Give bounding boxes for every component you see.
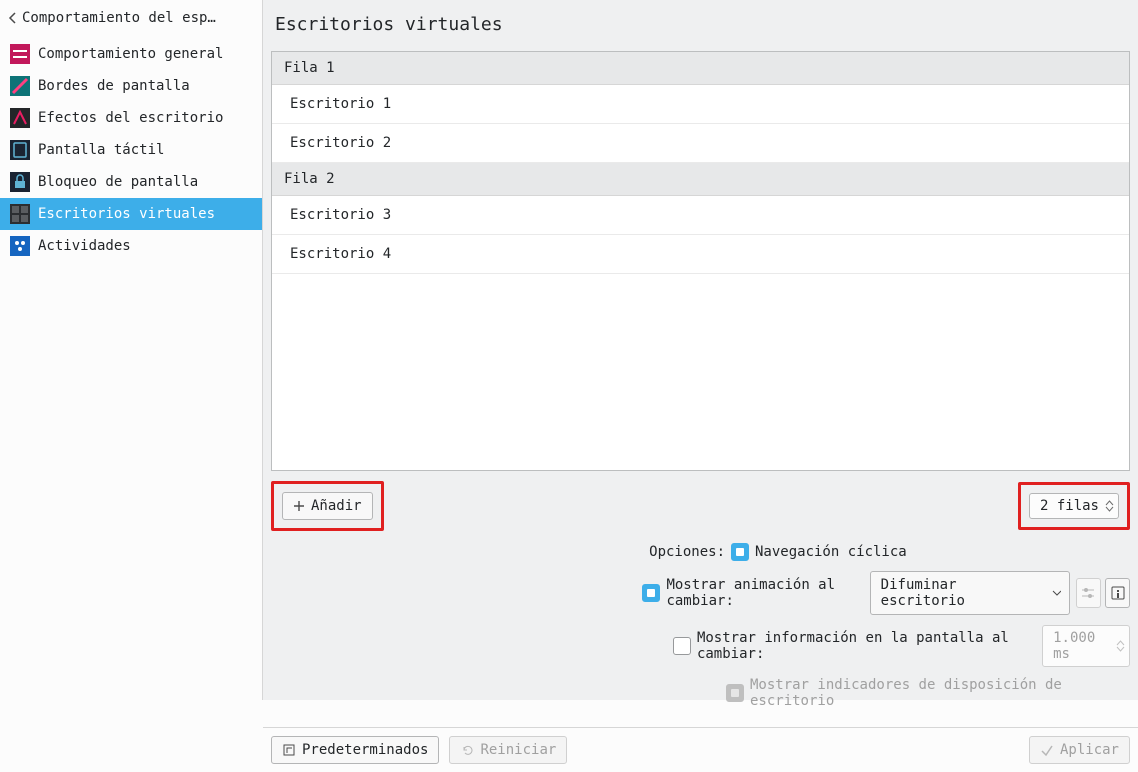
- spin-arrows-icon: [1105, 500, 1114, 512]
- defaults-button-label: Predeterminados: [302, 742, 428, 758]
- sidebar-item-label: Comportamiento general: [38, 46, 223, 62]
- main-panel: Escritorios virtuales Fila 1 Escritorio …: [263, 0, 1138, 700]
- add-button[interactable]: Añadir: [282, 492, 373, 520]
- sidebar-item-edges[interactable]: Bordes de pantalla: [0, 70, 262, 102]
- sidebar-item-label: Actividades: [38, 238, 131, 254]
- options-label: Opciones:: [649, 544, 725, 560]
- add-button-label: Añadir: [311, 498, 362, 514]
- sidebar-item-label: Escritorios virtuales: [38, 206, 215, 222]
- configure-animation-button: [1076, 578, 1101, 608]
- rows-spinbox-value: 2 filas: [1040, 498, 1099, 514]
- highlight-rows: 2 filas: [1018, 482, 1130, 530]
- defaults-button[interactable]: Predeterminados: [271, 736, 439, 764]
- chevron-left-icon: [8, 12, 18, 24]
- sidebar-item-label: Efectos del escritorio: [38, 110, 223, 126]
- plus-icon: [293, 500, 305, 512]
- virtual-desktops-icon: [10, 204, 30, 224]
- sidebar-item-lock[interactable]: Bloqueo de pantalla: [0, 166, 262, 198]
- lock-icon: [10, 172, 30, 192]
- apply-button: Aplicar: [1029, 736, 1130, 764]
- about-animation-button[interactable]: [1105, 578, 1130, 608]
- sidebar-item-virtual-desktops[interactable]: Escritorios virtuales: [0, 198, 262, 230]
- desktop-item[interactable]: Escritorio 4: [272, 235, 1129, 274]
- opt-layout-label: Mostrar indicadores de disposición de es…: [750, 677, 1130, 709]
- undo-icon: [460, 743, 474, 757]
- sidebar-title: Comportamiento del esp…: [22, 10, 216, 26]
- checkbox-wrap[interactable]: [731, 543, 749, 561]
- row-header: Fila 1: [272, 52, 1129, 85]
- highlight-add: Añadir: [271, 481, 384, 531]
- checkbox-osd[interactable]: [673, 637, 691, 655]
- desktop-item[interactable]: Escritorio 3: [272, 196, 1129, 235]
- opt-osd-label: Mostrar información en la pantalla al ca…: [697, 630, 1035, 662]
- animation-combo[interactable]: Difuminar escritorio: [870, 571, 1070, 615]
- checkbox-animation[interactable]: [642, 584, 660, 602]
- activities-icon: [10, 236, 30, 256]
- check-icon: [1040, 743, 1054, 757]
- spin-arrows-icon: [1116, 640, 1125, 652]
- sidebar-item-label: Bordes de pantalla: [38, 78, 190, 94]
- effects-icon: [10, 108, 30, 128]
- desktop-item[interactable]: Escritorio 1: [272, 85, 1129, 124]
- page-title: Escritorios virtuales: [263, 0, 1138, 51]
- sidebar-item-effects[interactable]: Efectos del escritorio: [0, 102, 262, 134]
- checkbox-layout-indicators: [726, 684, 744, 702]
- sidebar-item-touch[interactable]: Pantalla táctil: [0, 134, 262, 166]
- info-icon: [1110, 585, 1126, 601]
- desktop-item[interactable]: Escritorio 2: [272, 124, 1129, 163]
- osd-duration-spinbox: 1.000 ms: [1042, 625, 1130, 667]
- sliders-icon: [1080, 585, 1096, 601]
- sidebar-item-label: Bloqueo de pantalla: [38, 174, 198, 190]
- sidebar-item-general[interactable]: Comportamiento general: [0, 38, 262, 70]
- edges-icon: [10, 76, 30, 96]
- sidebar: Comportamiento del esp… Comportamiento g…: [0, 0, 263, 700]
- apply-button-label: Aplicar: [1060, 742, 1119, 758]
- footer-buttons: Predeterminados Reiniciar Aplicar: [263, 727, 1138, 772]
- sidebar-back-header[interactable]: Comportamiento del esp…: [0, 0, 262, 38]
- options-area: Opciones: Navegación cíclica Mostrar ani…: [263, 539, 1138, 727]
- sidebar-item-activities[interactable]: Actividades: [0, 230, 262, 262]
- animation-combo-value: Difuminar escritorio: [881, 577, 1032, 609]
- reset-button-label: Reiniciar: [480, 742, 556, 758]
- opt-anim-label: Mostrar animación al cambiar:: [666, 577, 863, 609]
- desktop-list: Fila 1 Escritorio 1 Escritorio 2 Fila 2 …: [271, 51, 1130, 471]
- row-header: Fila 2: [272, 163, 1129, 196]
- rows-spinbox[interactable]: 2 filas: [1029, 493, 1119, 519]
- sidebar-item-label: Pantalla táctil: [38, 142, 164, 158]
- restore-icon: [282, 743, 296, 757]
- chevron-down-icon: [1052, 590, 1061, 596]
- touch-icon: [10, 140, 30, 160]
- opt-wrap-label: Navegación cíclica: [755, 544, 907, 560]
- osd-duration-value: 1.000 ms: [1053, 630, 1110, 662]
- general-icon: [10, 44, 30, 64]
- reset-button: Reiniciar: [449, 736, 567, 764]
